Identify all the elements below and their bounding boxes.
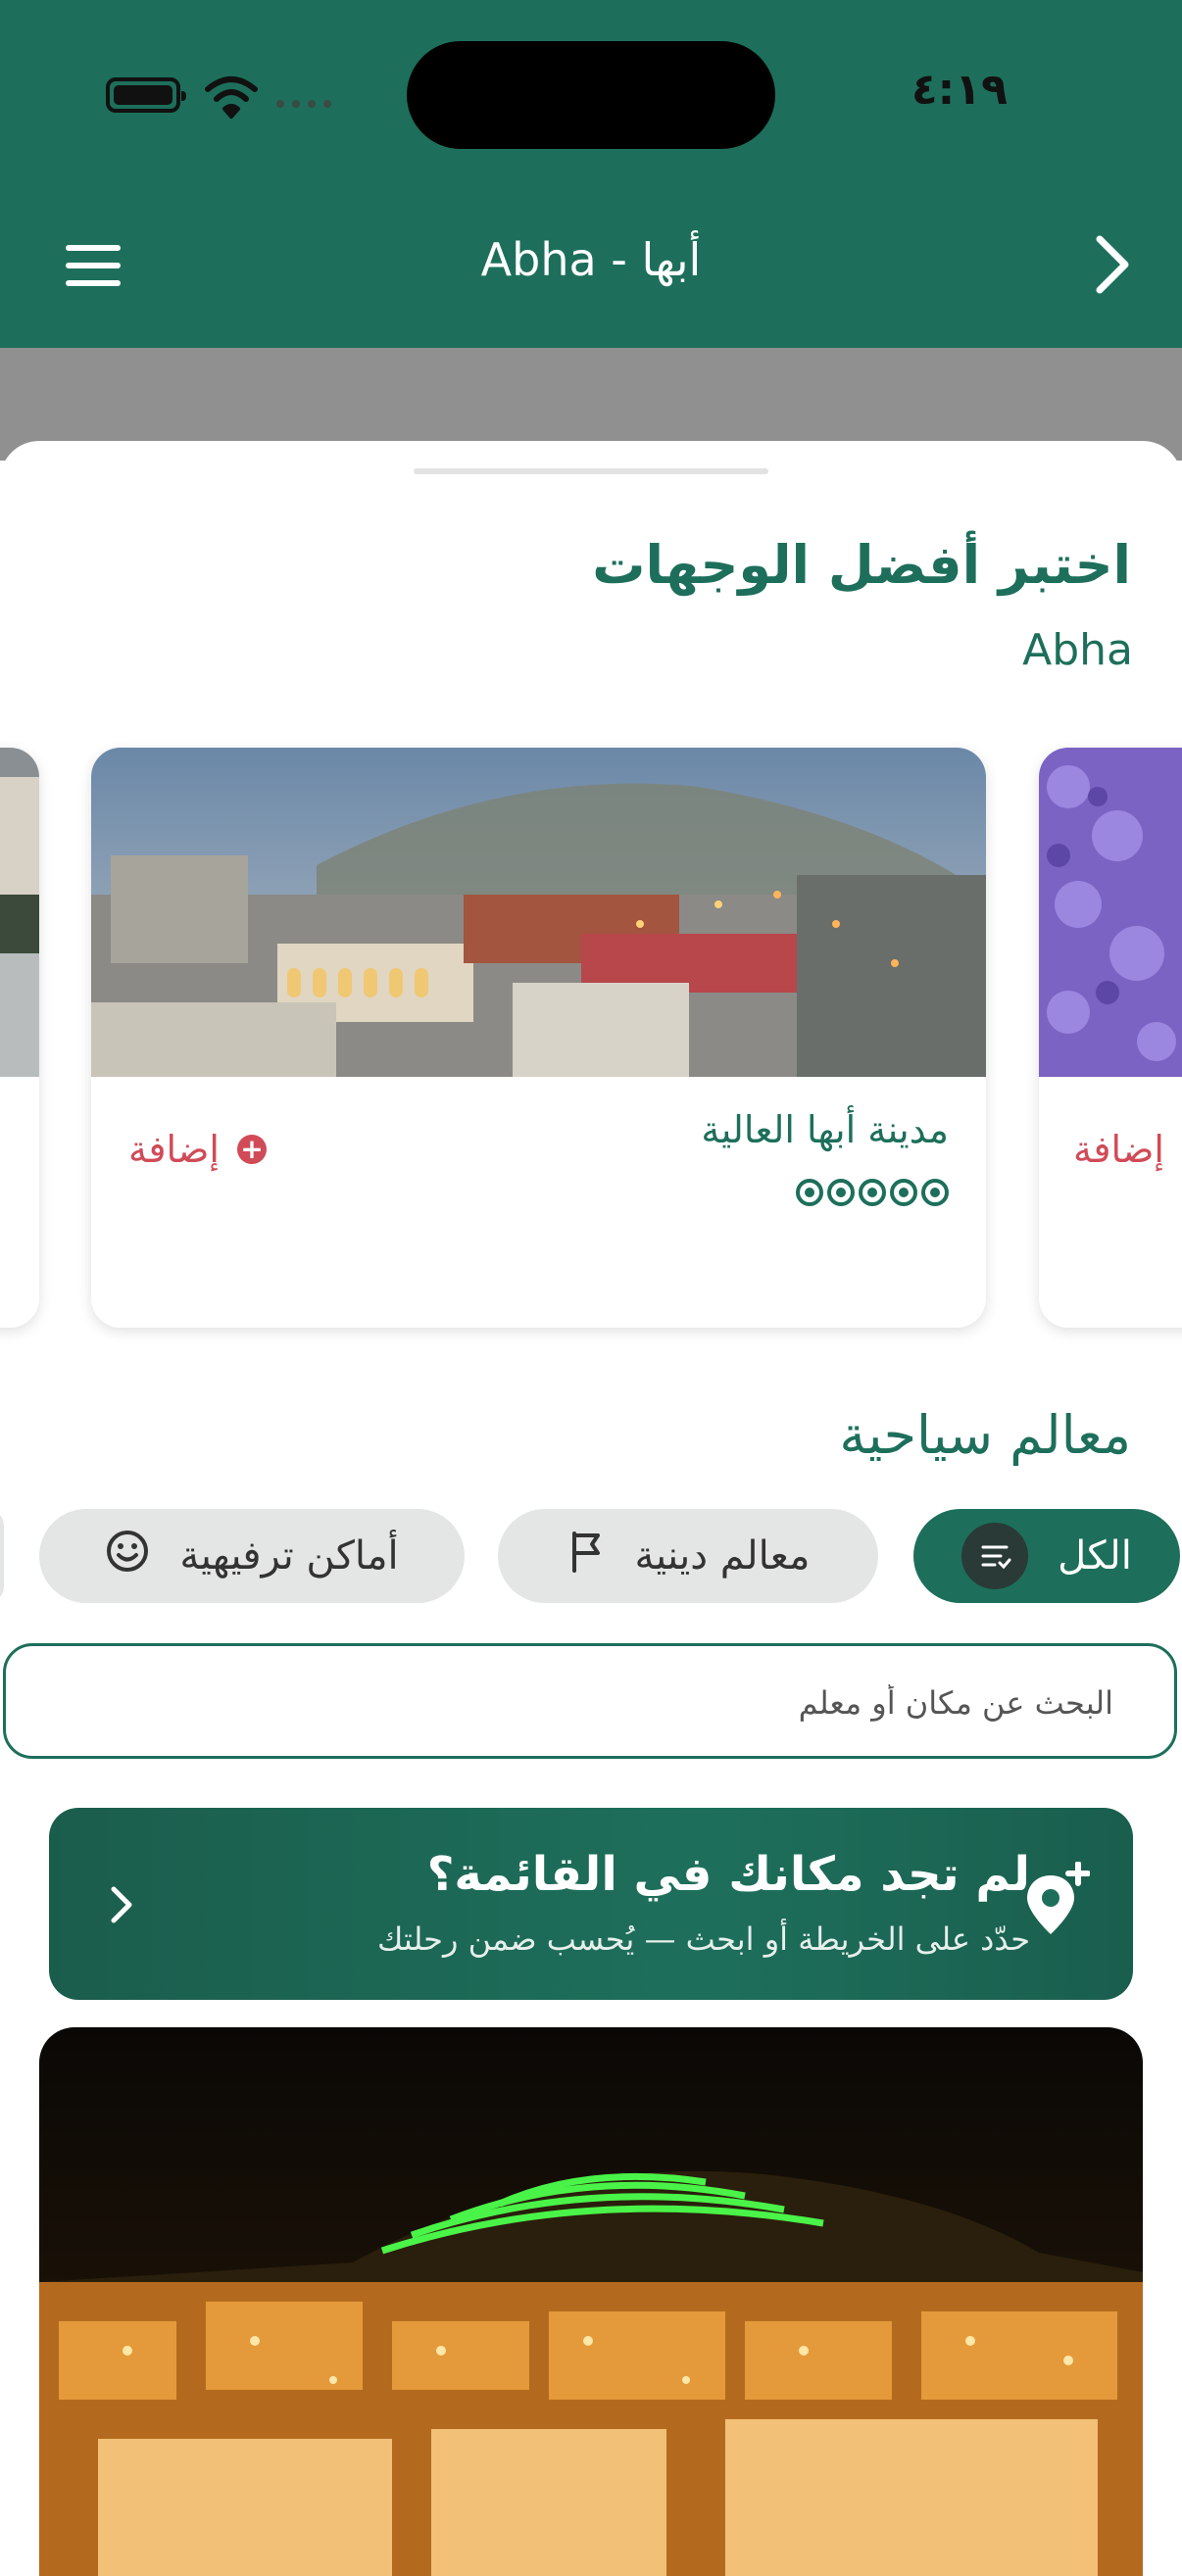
filter-chip-religious[interactable]: معالم دينية <box>498 1509 878 1603</box>
filter-chip-label: معالم دينية <box>634 1533 811 1579</box>
destination-card-peek-right[interactable]: إضافة <box>1039 748 1182 1328</box>
add-destination-button[interactable]: + إضافة <box>128 1128 267 1171</box>
list-filter-icon <box>961 1523 1029 1589</box>
battery-icon <box>106 77 186 113</box>
dynamic-island <box>407 41 775 149</box>
add-location-icon <box>1027 1862 1090 1934</box>
destination-photo <box>0 748 39 1077</box>
flag-icon <box>566 1530 606 1582</box>
chevron-right-icon[interactable] <box>108 1883 137 1926</box>
status-time: ٤:١٩ <box>911 65 1008 115</box>
rating-dot-icon <box>827 1179 855 1206</box>
custom-place-banner[interactable] <box>49 1808 1133 2000</box>
banner-subtitle: حدّد على الخريطة أو ابحث — يُحسب ضمن رحل… <box>376 1920 1030 1958</box>
destination-photo <box>91 748 986 1077</box>
chevron-right-icon[interactable] <box>1088 233 1137 296</box>
rating-dot-icon <box>890 1179 917 1206</box>
rating-indicator <box>796 1179 949 1206</box>
rating-dot-icon <box>921 1179 949 1206</box>
cellular-signal-icon <box>276 100 331 108</box>
filter-chip-all[interactable]: الكل <box>913 1509 1180 1603</box>
filter-chip-peek[interactable] <box>0 1509 4 1603</box>
plus-circle-icon: + <box>236 1135 267 1164</box>
banner-title: لم تجد مكانك في القائمة؟ <box>426 1847 1030 1902</box>
add-label: إضافة <box>128 1128 220 1171</box>
destination-name: مدينة أبها العالية <box>701 1108 949 1151</box>
filter-chip-entertainment[interactable]: أماكن ترفيهية <box>39 1509 465 1603</box>
search-field[interactable] <box>3 1643 1177 1759</box>
destinations-city: Abha <box>1022 625 1133 675</box>
search-input[interactable] <box>35 1668 1115 1738</box>
attraction-photo[interactable] <box>39 2027 1143 2576</box>
destination-card[interactable]: مدينة أبها العالية + إضافة <box>91 748 986 1328</box>
smiley-icon <box>105 1529 150 1583</box>
destination-card-peek-left[interactable] <box>0 748 39 1328</box>
destination-photo <box>1039 748 1182 1077</box>
wifi-icon <box>205 76 258 119</box>
filter-chip-label: أماكن ترفيهية <box>179 1533 399 1579</box>
rating-dot-icon <box>859 1179 886 1206</box>
attractions-title: معالم سياحية <box>839 1404 1131 1466</box>
header-title: Abha - أبها <box>480 233 702 286</box>
destinations-title: اختبر أفضل الوجهات <box>592 534 1131 596</box>
rating-dot-icon <box>796 1179 823 1206</box>
sheet-drag-handle[interactable] <box>414 468 768 474</box>
filter-chip-label: الكل <box>1058 1533 1132 1579</box>
add-destination-button[interactable]: إضافة <box>1073 1128 1164 1171</box>
